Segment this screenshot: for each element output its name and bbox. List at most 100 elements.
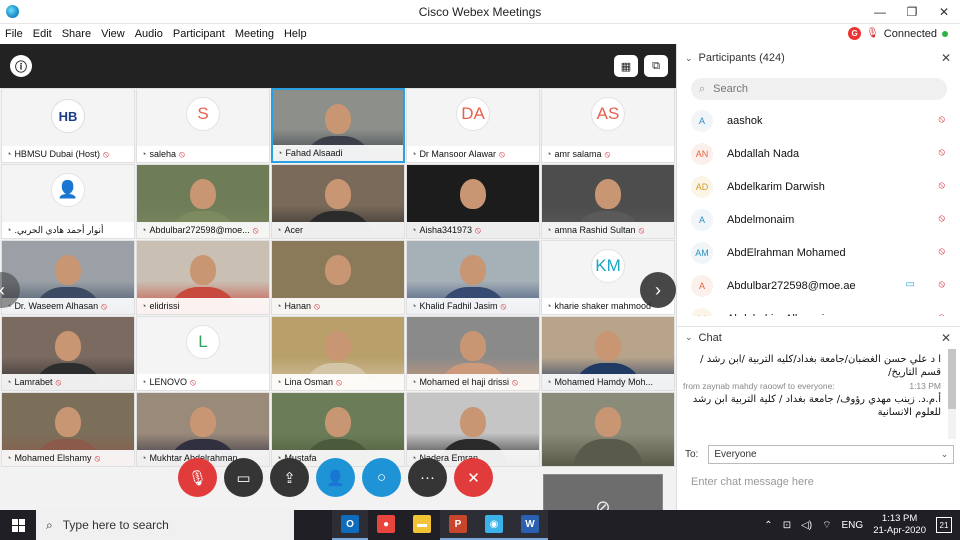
minimize-button[interactable]: —	[864, 0, 896, 24]
muted-mic-icon[interactable]: ⦸	[938, 114, 945, 125]
chat-button[interactable]: ○	[362, 458, 401, 497]
camera-on-icon: ▭	[905, 279, 915, 290]
chat-scrollbar[interactable]	[948, 349, 956, 439]
participant-tile[interactable]: ◔ Lina Osman ⦸	[271, 316, 405, 391]
participant-name-label: ◔ Mohamed Elshamy ⦸	[2, 450, 134, 466]
taskbar-word[interactable]: W	[512, 510, 548, 540]
chevron-up-icon[interactable]: ⌃	[764, 520, 772, 531]
unmute-button[interactable]: 🎙	[178, 458, 217, 497]
network-icon[interactable]: ⊡	[783, 520, 791, 531]
participant-avatar: AM	[691, 241, 713, 264]
participants-button[interactable]: 👤	[316, 458, 355, 497]
taskbar-outlook[interactable]: O	[332, 510, 368, 540]
muted-mic-icon[interactable]: ⦸	[938, 147, 945, 158]
participant-tile[interactable]: ◔ Mustafa	[271, 392, 405, 467]
taskbar-explorer[interactable]: ▬	[404, 510, 440, 540]
menu-participant[interactable]: Participant	[168, 28, 230, 40]
language-indicator[interactable]: ENG	[842, 520, 864, 531]
leave-meeting-button[interactable]: ✕	[454, 458, 493, 497]
user-badge[interactable]: G	[848, 27, 862, 40]
participant-list-item[interactable]: A Abdelmonaim ⦸	[677, 203, 960, 236]
participant-tile[interactable]: DA ◔ Dr Mansoor Alawar ⦸	[406, 88, 540, 163]
muted-mic-icon[interactable]: ⦸	[938, 213, 945, 224]
meeting-controls: 🎙 ▭ ⇪ 👤 ○ ··· ✕	[178, 458, 493, 498]
participant-list-item[interactable]: AA Abdulrahim Alhazmi ⦸	[677, 302, 960, 316]
participant-tile[interactable]: ◔ Nadera Emran	[406, 392, 540, 467]
participant-tile[interactable]: ◔ Mukhtar Abdelrahman	[136, 392, 270, 467]
muted-mic-icon[interactable]: ⦸	[938, 180, 945, 191]
close-window-button[interactable]: ✕	[928, 0, 960, 24]
muted-mic-icon[interactable]: ⦸	[938, 279, 945, 290]
participant-tile[interactable]: ◔ Aisha341973 ⦸	[406, 164, 540, 239]
mic-muted-icon: 🎙	[866, 28, 879, 39]
restore-button[interactable]: ❐	[896, 0, 928, 24]
recipient-select[interactable]: Everyone ⌄	[708, 444, 955, 464]
participant-list-name: Abdelmonaim	[727, 213, 795, 226]
menu-audio[interactable]: Audio	[130, 28, 168, 40]
clock[interactable]: 1:13 PM 21-Apr-2020	[873, 513, 926, 537]
participant-tile[interactable]: ◔Dr. Waseem Alhasan⦸	[1, 240, 135, 315]
chat-message: ا د علي حسن الغضبان/جامعة بغداد/كليه الت…	[700, 354, 941, 378]
grid-view-button[interactable]: ▦	[614, 55, 638, 77]
participant-list-item[interactable]: AD Abdelkarim Darwish ⦸	[677, 170, 960, 203]
participant-list-item[interactable]: AN Abdallah Nada ⦸	[677, 137, 960, 170]
participant-name-label: ◔ Abdulbar272598@moe... ⦸	[137, 222, 269, 238]
participant-list-item[interactable]: Aaashok ⦸	[677, 104, 960, 137]
close-chat-button[interactable]: ✕	[941, 331, 951, 345]
participant-tile[interactable]: ◔ Mohamed Hamdy Moh...	[541, 316, 675, 391]
participant-tile[interactable]: AS ◔ amr salama ⦸	[541, 88, 675, 163]
participant-tile[interactable]: ◔ amna Rashid Sultan ⦸	[541, 164, 675, 239]
layout-button[interactable]: ⧉	[644, 55, 668, 77]
participant-list-item[interactable]: AM AbdElrahman Mohamed ⦸	[677, 236, 960, 269]
start-button[interactable]	[0, 510, 36, 540]
start-video-button[interactable]: ▭	[224, 458, 263, 497]
participant-name: Lamrabet	[14, 377, 53, 387]
wifi-icon[interactable]: ⌔	[822, 519, 831, 532]
menu-share[interactable]: Share	[57, 28, 96, 40]
share-button[interactable]: ⇪	[270, 458, 309, 497]
participant-tile[interactable]: ◔ Abdulbar272598@moe... ⦸	[136, 164, 270, 239]
participant-tile[interactable]: ◔ Hanan ⦸	[271, 240, 405, 315]
menu-edit[interactable]: Edit	[28, 28, 57, 40]
menu-file[interactable]: File	[0, 28, 28, 40]
taskbar-webex[interactable]: ◉	[476, 510, 512, 540]
participant-tile[interactable]	[541, 392, 675, 467]
taskbar-powerpoint[interactable]: P	[440, 510, 476, 540]
participants-header[interactable]: ⌄ Participants (424) ✕	[677, 44, 960, 72]
search-input[interactable]	[713, 83, 914, 95]
chat-message-input[interactable]	[691, 472, 947, 492]
participant-name: Acer	[284, 225, 303, 235]
participant-tile[interactable]: ◔ Khalid Fadhil Jasim ⦸	[406, 240, 540, 315]
system-tray: ⌃ ⊡ ◁) ⌔ ENG 1:13 PM 21-Apr-2020 21	[764, 510, 960, 540]
next-page-button[interactable]: ›	[640, 272, 676, 308]
network-quality-icon: ◔	[411, 149, 417, 159]
menu-meeting[interactable]: Meeting	[230, 28, 279, 40]
participant-tile[interactable]: HB ◔ HBMSU Dubai (Host) ⦸	[1, 88, 135, 163]
participant-list-name: aashok	[727, 114, 763, 127]
network-quality-icon: ◔	[6, 225, 12, 235]
notification-center-button[interactable]: 21	[936, 517, 952, 533]
meeting-info-button[interactable]: ⓘ	[10, 55, 32, 77]
volume-icon[interactable]: ◁)	[801, 520, 812, 531]
chat-header[interactable]: ⌄ Chat ✕	[677, 326, 960, 348]
menu-view[interactable]: View	[96, 28, 130, 40]
participant-name-label: ◔ amna Rashid Sultan ⦸	[542, 222, 674, 238]
menu-help[interactable]: Help	[279, 28, 312, 40]
more-options-button[interactable]: ···	[408, 458, 447, 497]
participant-tile[interactable]: 👤 ◔ .أنوار أحمد هادي الحربي	[1, 164, 135, 239]
participant-tile[interactable]: ◔ Mohamed Elshamy ⦸	[1, 392, 135, 467]
participant-tile[interactable]: ◔ elidrissi	[136, 240, 270, 315]
participant-tile[interactable]: ◔ Fahad Alsaadi	[271, 88, 405, 163]
close-participants-button[interactable]: ✕	[941, 51, 951, 65]
participant-tile[interactable]: ◔ Lamrabet ⦸	[1, 316, 135, 391]
taskbar-search[interactable]: ⌕ Type here to search	[36, 510, 294, 540]
muted-mic-icon[interactable]: ⦸	[938, 246, 945, 257]
participant-tile[interactable]: S ◔ saleha ⦸	[136, 88, 270, 163]
participant-list-item[interactable]: A Abdulbar272598@moe.ae ▭ ⦸	[677, 269, 960, 302]
taskbar-chrome[interactable]: ●	[368, 510, 404, 540]
participant-tile[interactable]: L ◔ LENOVO ⦸	[136, 316, 270, 391]
participant-tile[interactable]: ◔ Acer	[271, 164, 405, 239]
scroll-thumb[interactable]	[948, 349, 956, 409]
muted-mic-icon[interactable]: ⦸	[938, 312, 945, 316]
participant-tile[interactable]: ◔ Mohamed el haji drissi ⦸	[406, 316, 540, 391]
